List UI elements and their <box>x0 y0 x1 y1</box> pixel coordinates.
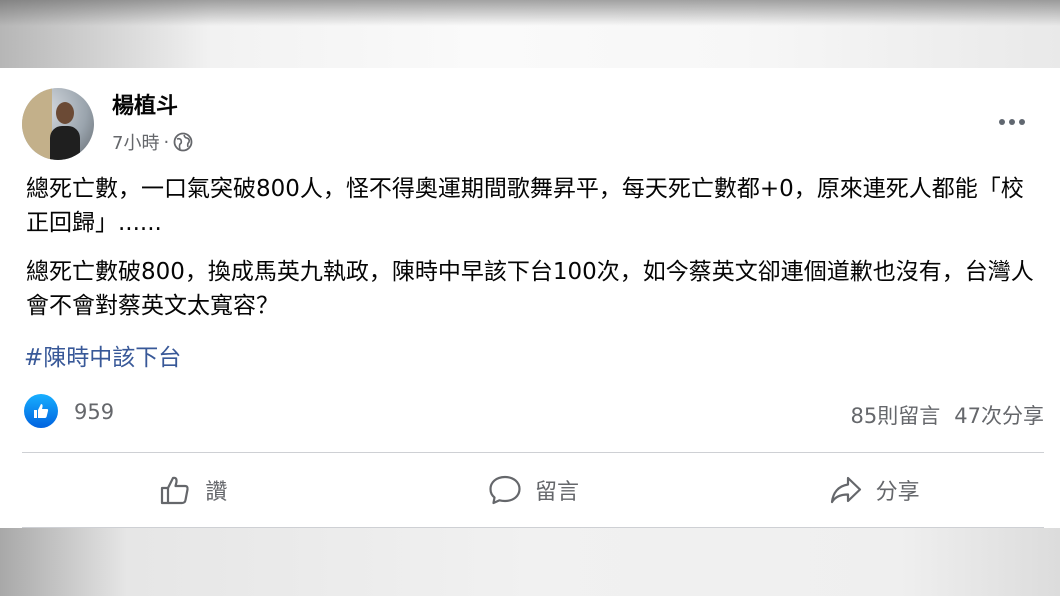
post-meta: 7小時 · <box>112 129 193 155</box>
more-dot <box>999 119 1005 125</box>
more-dot <box>1009 119 1015 125</box>
background-bottom <box>0 528 1060 596</box>
like-button[interactable]: 讚 <box>22 460 363 520</box>
share-count[interactable]: 47次分享 <box>954 400 1044 430</box>
post-card: 楊植斗 7小時 · 總死亡數，一口氣突破800人，怪不得奧運期間歌舞昇平，每天死… <box>0 68 1060 528</box>
comment-button[interactable]: 留言 <box>363 460 704 520</box>
post-paragraph-2: 總死亡數破800，換成馬英九執政，陳時中早該下台100次，如今蔡英文卻連個道歉也… <box>26 259 1034 319</box>
comment-icon <box>489 475 521 505</box>
more-icon[interactable] <box>994 104 1030 140</box>
thumbs-up-icon <box>161 476 189 505</box>
post-paragraph-1: 總死亡數，一口氣突破800人，怪不得奧運期間歌舞昇平，每天死亡數都+0，原來連死… <box>26 176 1024 236</box>
post-time[interactable]: 7小時 <box>112 129 159 155</box>
share-label: 分享 <box>875 480 920 505</box>
meta-separator: · <box>163 131 170 153</box>
hashtag-link[interactable]: #陳時中該下台 <box>24 338 181 372</box>
like-count[interactable]: 959 <box>74 400 114 424</box>
avatar[interactable] <box>22 88 94 160</box>
avatar-body <box>50 126 80 160</box>
divider <box>22 452 1044 453</box>
avatar-background <box>22 88 52 160</box>
globe-icon[interactable] <box>173 132 193 152</box>
comment-count[interactable]: 85則留言 <box>851 400 941 430</box>
like-reaction-icon[interactable] <box>24 394 58 428</box>
author-name[interactable]: 楊植斗 <box>112 88 178 120</box>
divider <box>22 527 1044 528</box>
share-button[interactable]: 分享 <box>703 460 1044 520</box>
post-stats: 85則留言 47次分享 <box>851 400 1044 430</box>
like-label: 讚 <box>205 480 228 505</box>
more-dot <box>1019 119 1025 125</box>
avatar-head <box>56 102 74 124</box>
comment-label: 留言 <box>535 480 580 505</box>
background-top <box>0 0 1060 68</box>
action-bar: 讚 留言 分享 <box>22 460 1044 520</box>
share-icon <box>830 476 861 504</box>
